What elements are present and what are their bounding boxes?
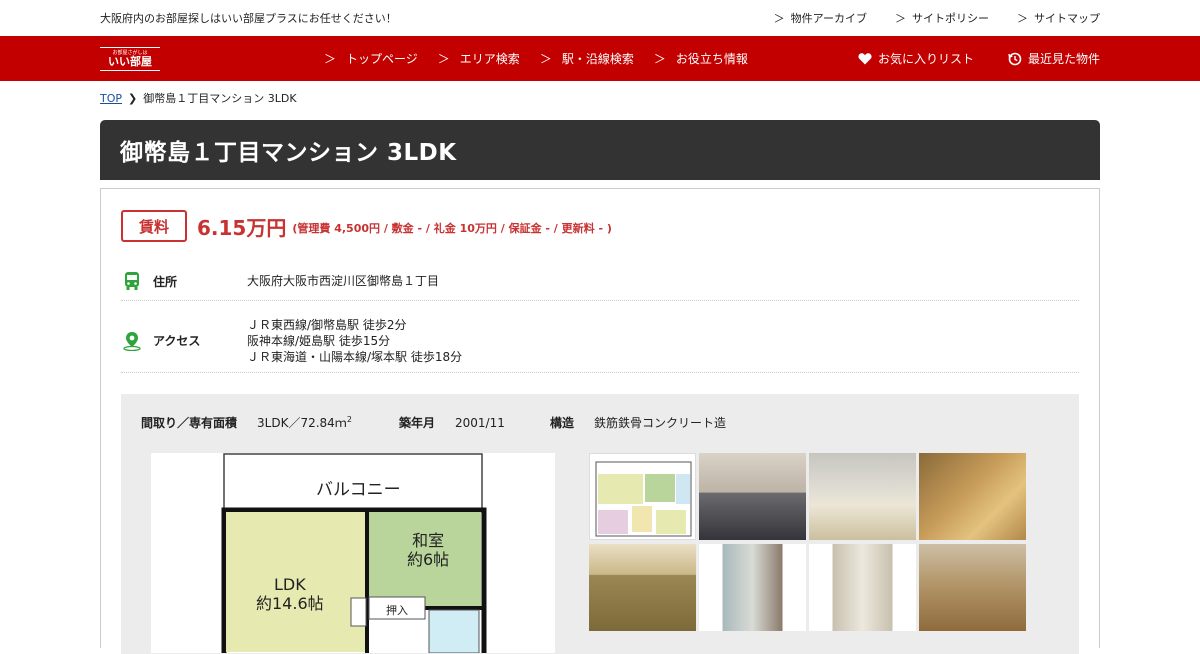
built-value: 2001/11 bbox=[455, 415, 505, 430]
structure-spec: 構造 鉄筋鉄骨コンクリート造 bbox=[550, 414, 726, 431]
thumbnail-room[interactable] bbox=[919, 453, 1026, 540]
built-spec: 築年月 2001/11 bbox=[399, 414, 505, 431]
recent-link[interactable]: 最近見た物件 bbox=[1008, 50, 1100, 67]
layout-spec: 間取り／専有面積 3LDK／72.84ｍ2 bbox=[141, 414, 352, 431]
floorplan-image[interactable]: バルコニー 和室 約6帖 LDK 約14.6帖 押入 bbox=[151, 453, 555, 653]
nav-area-search[interactable]: ＞エリア検索 bbox=[438, 50, 520, 67]
property-title-bar: 御幣島１丁目マンション 3LDK bbox=[100, 120, 1100, 180]
spec-section: 間取り／専有面積 3LDK／72.84ｍ2 築年月 2001/11 構造 鉄筋鉄… bbox=[121, 394, 1079, 654]
layout-label: 間取り／専有面積 bbox=[141, 416, 238, 430]
access-label: アクセス bbox=[153, 334, 201, 348]
location-pin-icon bbox=[121, 331, 143, 351]
rent-fees: (管理費 4,500円 / 敷金 - / 礼金 10万円 / 保証金 - / 更… bbox=[292, 222, 612, 235]
bus-icon bbox=[121, 271, 143, 291]
address-value: 大阪府大阪市西淀川区御幣島１丁目 bbox=[247, 274, 440, 288]
thumbnail-floorplan[interactable] bbox=[589, 453, 696, 540]
access-list: ＪＲ東西線/御幣島駅 徒歩2分 阪神本線/姫島駅 徒歩15分 ＪＲ東海道・山陽本… bbox=[247, 317, 462, 365]
structure-value: 鉄筋鉄骨コンクリート造 bbox=[594, 416, 727, 430]
main-navbar: お部屋さがしは いい部屋 ＞トップページ ＞エリア検索 ＞駅・沿線検索 ＞お役立… bbox=[0, 36, 1200, 81]
top-links: ＞物件アーカイブ ＞サイトポリシー ＞サイトマップ bbox=[774, 10, 1100, 26]
favorites-link[interactable]: お気に入りリスト bbox=[858, 50, 974, 67]
top-link-sitemap[interactable]: ＞サイトマップ bbox=[1017, 10, 1100, 26]
heart-icon bbox=[858, 53, 872, 65]
top-link-policy[interactable]: ＞サイトポリシー bbox=[895, 10, 989, 26]
access-item: ＪＲ東西線/御幣島駅 徒歩2分 bbox=[247, 317, 407, 332]
primary-nav: ＞トップページ ＞エリア検索 ＞駅・沿線検索 ＞お役立ち情報 bbox=[324, 36, 748, 81]
thumbnail-toilet[interactable] bbox=[809, 544, 916, 631]
top-link-archive[interactable]: ＞物件アーカイブ bbox=[774, 10, 867, 26]
history-icon bbox=[1008, 52, 1022, 65]
access-row: アクセス ＪＲ東西線/御幣島駅 徒歩2分 阪神本線/姫島駅 徒歩15分 ＪＲ東海… bbox=[121, 309, 1079, 373]
nav-station-search[interactable]: ＞駅・沿線検索 bbox=[540, 50, 634, 67]
rent-badge: 賃料 bbox=[121, 210, 187, 242]
site-tagline: 大阪府内のお部屋探しはいい部屋プラスにお任せください！ bbox=[100, 12, 397, 25]
layout-value: 3LDK／72.84ｍ2 bbox=[257, 415, 352, 430]
site-logo[interactable]: お部屋さがしは いい部屋 bbox=[100, 46, 160, 71]
top-bar: 大阪府内のお部屋探しはいい部屋プラスにお任せください！ ＞物件アーカイブ ＞サイ… bbox=[0, 0, 1200, 36]
chevron-right-icon: ❯ bbox=[128, 91, 138, 105]
thumbnail-washroom[interactable] bbox=[699, 544, 806, 631]
breadcrumb: TOP ❯ 御幣島１丁目マンション 3LDK bbox=[0, 81, 1200, 115]
breadcrumb-top-link[interactable]: TOP bbox=[100, 92, 122, 105]
price-row: 賃料 6.15万円 (管理費 4,500円 / 敷金 - / 礼金 10万円 /… bbox=[121, 210, 612, 242]
address-label: 住所 bbox=[153, 274, 178, 289]
access-item: ＪＲ東海道・山陽本線/塚本駅 徒歩18分 bbox=[247, 349, 463, 364]
thumbnail-bathroom[interactable] bbox=[809, 453, 916, 540]
structure-label: 構造 bbox=[550, 416, 575, 430]
floorplan-washitsu-label: 和室 約6帖 bbox=[407, 531, 450, 569]
thumbnail-tatami[interactable] bbox=[589, 544, 696, 631]
address-row: 住所 大阪府大阪市西淀川区御幣島１丁目 bbox=[121, 262, 1079, 301]
rent-price: 6.15万円 bbox=[197, 215, 287, 240]
floorplan-balcony-label: バルコニー bbox=[316, 480, 401, 500]
thumbnail-floor[interactable] bbox=[919, 544, 1026, 631]
floorplan-closet-label: 押入 bbox=[386, 604, 408, 617]
access-item: 阪神本線/姫島駅 徒歩15分 bbox=[247, 333, 391, 348]
nav-top-page[interactable]: ＞トップページ bbox=[324, 50, 418, 67]
thumbnail-kitchen[interactable] bbox=[699, 453, 806, 540]
nav-useful-info[interactable]: ＞お役立ち情報 bbox=[654, 50, 748, 67]
page-title: 御幣島１丁目マンション 3LDK bbox=[120, 140, 457, 166]
floorplan-ldk-label: LDK 約14.6帖 bbox=[256, 575, 324, 613]
property-detail-panel: 賃料 6.15万円 (管理費 4,500円 / 敷金 - / 礼金 10万円 /… bbox=[100, 188, 1100, 654]
user-nav: お気に入りリスト 最近見た物件 bbox=[858, 36, 1100, 81]
built-label: 築年月 bbox=[399, 416, 436, 430]
breadcrumb-current: 御幣島１丁目マンション 3LDK bbox=[143, 92, 297, 105]
